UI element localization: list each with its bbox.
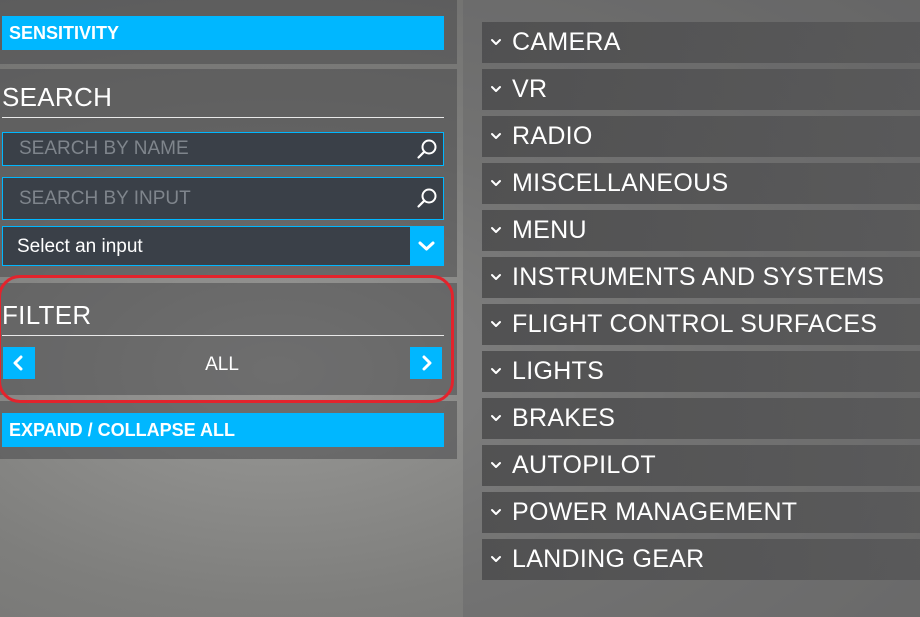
category-label: MENU [512, 216, 587, 244]
dropdown-toggle[interactable] [410, 227, 443, 265]
category-row-menu[interactable]: MENU [482, 210, 920, 251]
category-label: RADIO [512, 122, 593, 150]
select-input-dropdown[interactable]: Select an input [2, 226, 444, 266]
chevron-left-icon [13, 355, 23, 371]
category-row-autopilot[interactable]: AUTOPILOT [482, 445, 920, 486]
chevron-right-icon [422, 355, 432, 371]
magnifier-icon[interactable] [416, 138, 438, 160]
category-row-instruments-and-systems[interactable]: INSTRUMENTS AND SYSTEMS [482, 257, 920, 298]
filter-next-button[interactable] [410, 347, 442, 379]
category-row-radio[interactable]: RADIO [482, 116, 920, 157]
category-row-miscellaneous[interactable]: MISCELLANEOUS [482, 163, 920, 204]
category-label: LANDING GEAR [512, 545, 705, 573]
search-block: SEARCH Select an input [0, 69, 457, 277]
category-label: BRAKES [512, 404, 616, 432]
filter-block: FILTER ALL [0, 283, 457, 395]
sensitivity-button[interactable]: SENSITIVITY [2, 16, 444, 50]
category-label: CAMERA [512, 28, 621, 56]
filter-prev-button[interactable] [3, 347, 35, 379]
chevron-down-icon [491, 415, 501, 421]
category-row-vr[interactable]: VR [482, 69, 920, 110]
sensitivity-block: SENSITIVITY [0, 0, 457, 64]
filter-value: ALL [205, 354, 239, 375]
chevron-down-icon [491, 86, 501, 92]
category-row-camera[interactable]: CAMERA [482, 22, 920, 63]
chevron-down-icon [491, 133, 501, 139]
controls-left-panel: SENSITIVITY SEARCH Select an input [0, 0, 457, 617]
filter-divider [2, 335, 444, 336]
category-row-flight-control-surfaces[interactable]: FLIGHT CONTROL SURFACES [482, 304, 920, 345]
search-by-name-field[interactable] [2, 132, 444, 166]
category-row-brakes[interactable]: BRAKES [482, 398, 920, 439]
select-input-label: Select an input [17, 236, 143, 257]
magnifier-icon[interactable] [416, 187, 438, 209]
chevron-down-icon [491, 227, 501, 233]
category-label: INSTRUMENTS AND SYSTEMS [512, 263, 885, 291]
expand-collapse-block: EXPAND / COLLAPSE ALL [0, 401, 457, 459]
chevron-down-icon [491, 321, 501, 327]
chevron-down-icon [491, 180, 501, 186]
chevron-down-icon [491, 462, 501, 468]
chevron-down-icon [491, 556, 501, 562]
category-label: LIGHTS [512, 357, 605, 385]
category-row-lights[interactable]: LIGHTS [482, 351, 920, 392]
category-label: MISCELLANEOUS [512, 169, 729, 197]
chevron-down-icon [491, 274, 501, 280]
category-label: POWER MANAGEMENT [512, 498, 798, 526]
category-label: AUTOPILOT [512, 451, 656, 479]
categories-panel: CAMERA VR RADIO MISCELLANEOUS MENU INSTR… [463, 0, 920, 617]
search-by-input-input[interactable] [3, 178, 403, 219]
chevron-down-icon [491, 39, 501, 45]
chevron-down-icon [491, 509, 501, 515]
search-divider [2, 117, 444, 118]
category-row-landing-gear[interactable]: LANDING GEAR [482, 539, 920, 580]
category-label: FLIGHT CONTROL SURFACES [512, 310, 878, 338]
search-by-input-field[interactable] [2, 177, 444, 220]
search-by-name-input[interactable] [3, 133, 403, 165]
chevron-down-icon [418, 241, 435, 251]
chevron-down-icon [491, 368, 501, 374]
search-title: SEARCH [2, 82, 113, 112]
expand-collapse-all-button[interactable]: EXPAND / COLLAPSE ALL [2, 413, 444, 447]
filter-title: FILTER [2, 300, 92, 330]
category-label: VR [512, 75, 548, 103]
category-row-power-management[interactable]: POWER MANAGEMENT [482, 492, 920, 533]
